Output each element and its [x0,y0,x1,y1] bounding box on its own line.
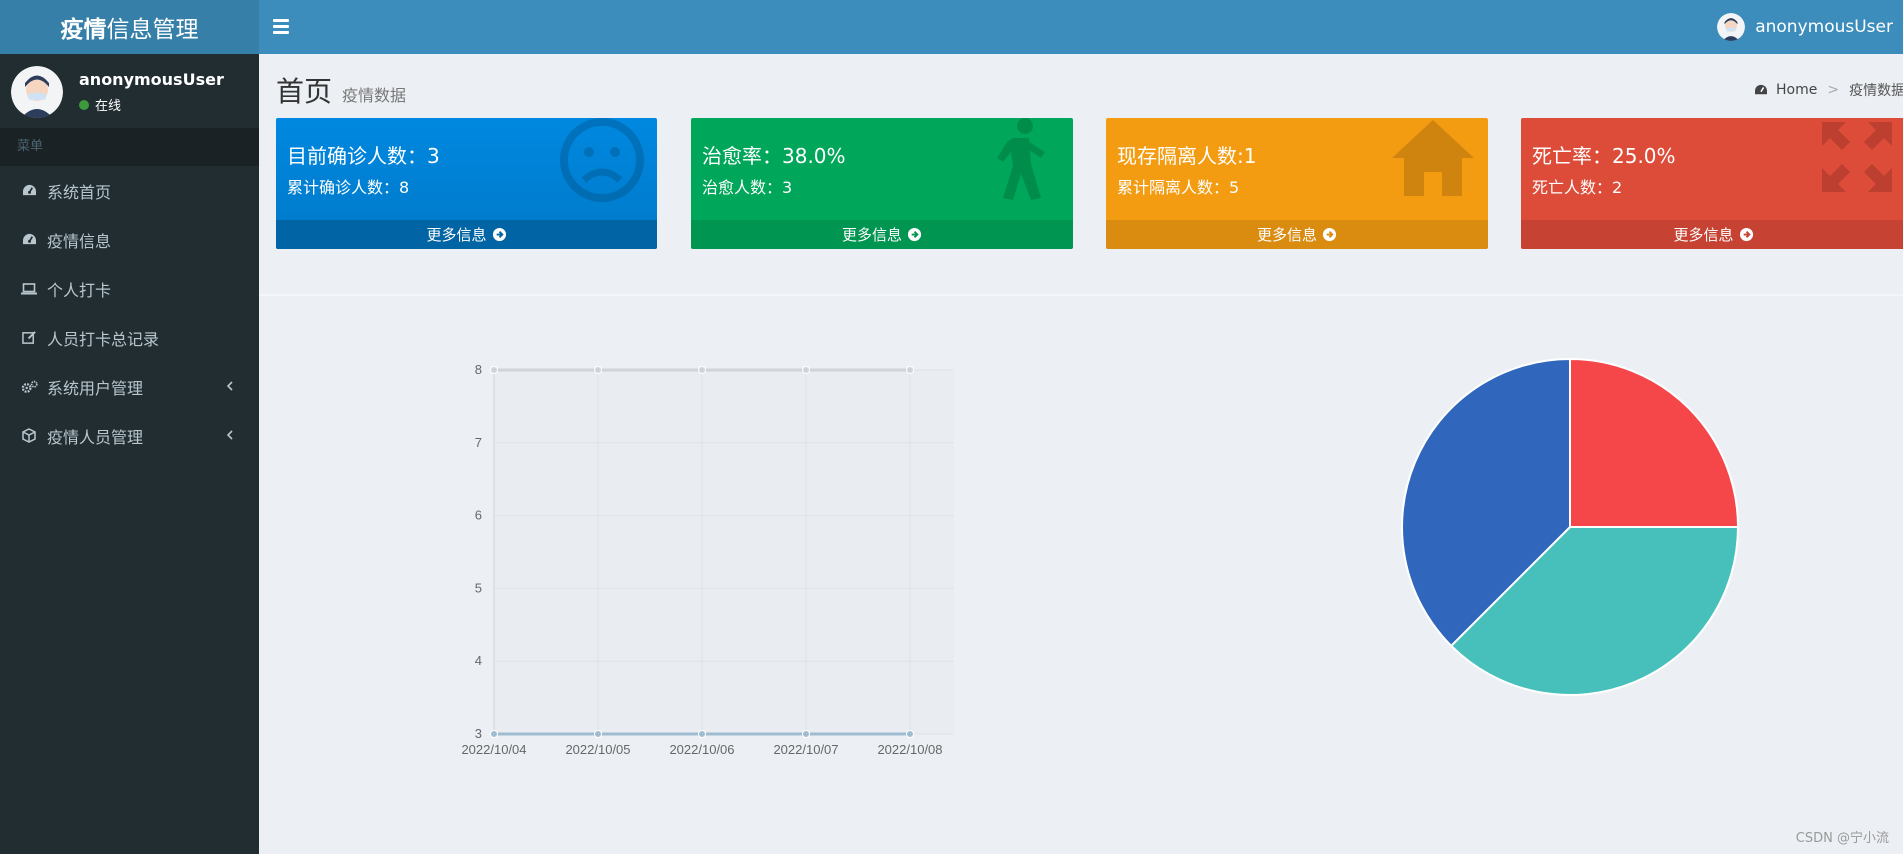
laptop-icon [20,280,38,298]
breadcrumb-home-link[interactable]: Home [1776,82,1817,98]
data-point [594,366,602,374]
y-tick-label: 7 [475,435,482,450]
more-info-label: 更多信息 [426,226,487,244]
sidebar-item-label: 系统用户管理 [47,378,144,398]
sidebar-item-epidemic-info[interactable]: 疫情信息 [0,215,259,264]
y-tick-label: 4 [475,653,482,668]
breadcrumb: Home > 疫情数据 [1754,80,1903,100]
arrow-circle-right-icon [492,227,506,242]
sidebar-item-system-users[interactable]: 系统用户管理 [0,362,259,411]
confirmed-total: 累计确诊人数：8 [287,178,410,197]
sidebar-item-epidemic-personnel[interactable]: 疫情人员管理 [0,411,259,460]
data-point [698,366,706,374]
x-tick-label: 2022/10/08 [877,742,942,757]
dashboard-icon [20,231,38,249]
edit-icon [20,329,38,347]
more-info-link[interactable]: 更多信息 [691,220,1073,249]
menu-header: 菜单 [0,128,259,166]
sidebar-item-label: 疫情信息 [47,231,112,251]
cure-rate: 治愈率：38.0% [702,144,846,168]
sidebar-item-label: 个人打卡 [47,280,112,300]
dashboard-icon [20,182,38,200]
sidebar-toggle-button[interactable] [273,17,289,37]
ratio-pie-chart [1401,357,1740,696]
data-point [594,730,602,738]
y-tick-label: 3 [475,726,482,741]
stat-box-confirmed: 目前确诊人数：3 累计确诊人数：8 更多信息 [276,118,657,249]
data-point [906,366,914,374]
data-point [490,730,498,738]
page-subtitle: 疫情数据 [342,86,407,105]
death-count: 死亡人数：2 [1532,178,1623,197]
nav-user-name: anonymousUser [1755,17,1893,37]
home-icon [1392,120,1474,196]
section-divider [259,294,1903,296]
avatar [1717,13,1746,41]
quarantine-current: 现存隔离人数:1 [1117,144,1257,168]
x-tick-label: 2022/10/05 [565,742,630,757]
logo-bold-text: 疫情 [60,17,107,43]
trend-line-chart: 3 4 5 6 7 8 2022/10/04 2022/10/05 2022/10/06 2022… [461,362,954,757]
sidebar-item-checkin-records[interactable]: 人员打卡总记录 [0,313,259,362]
data-point [802,730,810,738]
death-rate: 死亡率：25.0% [1532,144,1676,168]
sidebar-item-checkin[interactable]: 个人打卡 [0,264,259,313]
online-status: 在线 [79,95,121,114]
status-label: 在线 [95,99,122,114]
chevron-left-icon [226,381,233,391]
more-info-label: 更多信息 [1673,226,1734,244]
more-info-link[interactable]: 更多信息 [276,220,657,249]
gears-icon [20,378,38,396]
data-point [698,730,706,738]
breadcrumb-current: 疫情数据 [1849,83,1903,99]
plot-area [494,370,954,734]
more-info-label: 更多信息 [1256,226,1317,244]
arrow-circle-right-icon [1322,227,1337,242]
stat-box-death-rate: 死亡率：25.0% 死亡人数：2 更多信息 [1521,118,1903,249]
dashboard-icon [1755,84,1767,95]
top-navbar: anonymousUser [259,0,1903,54]
status-dot-icon [79,99,89,110]
avatar [11,66,63,118]
sidebar-item-label: 系统首页 [47,182,112,202]
stat-box-cure-rate: 治愈率：38.0% 治愈人数：3 更多信息 [691,118,1073,249]
more-info-link[interactable]: 更多信息 [1521,220,1903,249]
arrow-circle-right-icon [907,227,922,242]
sidebar-item-home[interactable]: 系统首页 [0,166,259,215]
watermark: CSDN @宁小流 [1795,831,1889,846]
x-tick-label: 2022/10/07 [773,742,838,757]
app-logo[interactable]: 疫情 信息管理 [0,0,259,54]
y-tick-label: 6 [475,508,482,523]
expand-icon [1822,122,1892,192]
x-tick-label: 2022/10/06 [669,742,734,757]
more-info-label: 更多信息 [841,226,902,244]
y-tick-label: 8 [475,362,482,377]
stat-box-quarantine: 现存隔离人数:1 累计隔离人数：5 更多信息 [1106,118,1488,249]
logo-text: 信息管理 [106,17,199,43]
sidebar: anonymousUser 在线 菜单 系统首页 疫情信息 个人打卡 人员打卡总… [0,54,259,854]
data-point [906,730,914,738]
frown-icon [560,118,644,202]
cube-icon [20,427,38,445]
walking-icon [997,118,1045,200]
breadcrumb-separator: > [1827,82,1840,98]
sidebar-item-label: 人员打卡总记录 [47,329,160,349]
x-tick-label: 2022/10/04 [461,742,526,757]
page-title: 首页 [276,75,333,108]
arrow-circle-right-icon [1739,227,1753,242]
user-menu[interactable]: anonymousUser [1717,0,1903,54]
more-info-link[interactable]: 更多信息 [1106,220,1488,249]
sidebar-item-label: 疫情人员管理 [47,427,144,447]
data-point [490,366,498,374]
data-point [802,366,810,374]
cured-count: 治愈人数：3 [702,178,793,197]
user-panel: anonymousUser 在线 [0,54,259,128]
y-tick-label: 5 [475,580,482,595]
sidebar-user-name: anonymousUser [79,70,224,89]
quarantine-total: 累计隔离人数：5 [1117,178,1240,197]
pie-slice [1569,357,1740,528]
confirmed-current: 目前确诊人数：3 [287,144,440,168]
chevron-left-icon [226,430,233,440]
